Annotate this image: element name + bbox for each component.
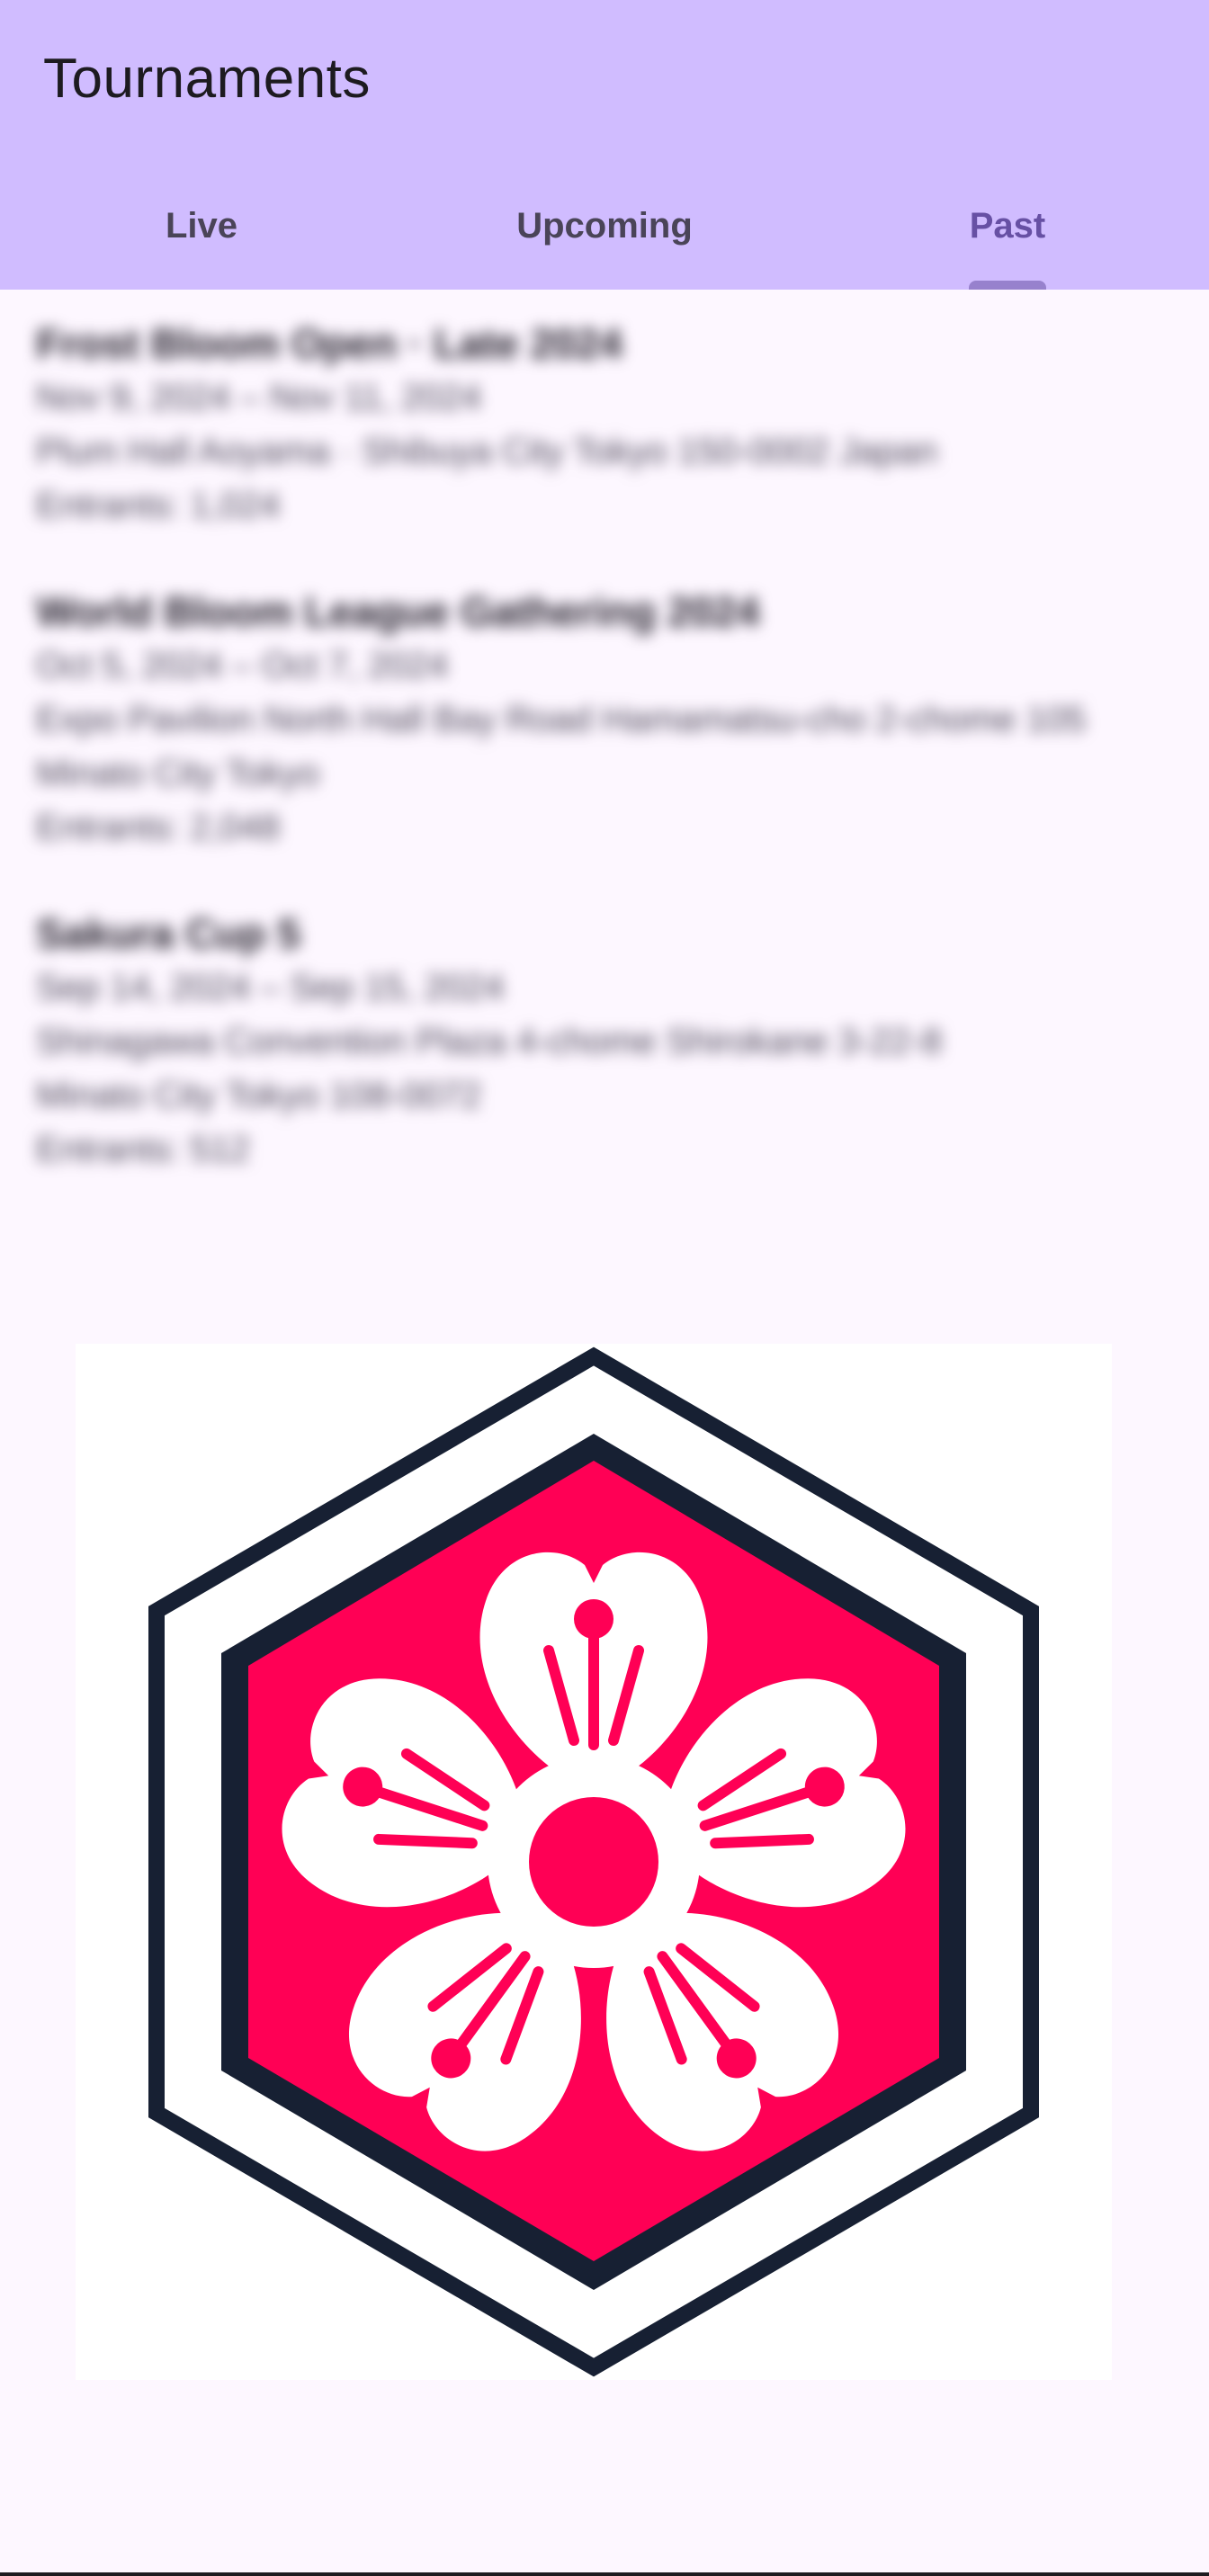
tab-past-label: Past bbox=[969, 205, 1046, 246]
tab-past[interactable]: Past bbox=[806, 171, 1209, 290]
tournament-name: Frost Bloom Open · Late 2024 bbox=[36, 320, 622, 367]
tournament-description: Expo Pavilion North Hall Bay Road Hamama… bbox=[36, 700, 1087, 739]
tab-live-label: Live bbox=[165, 205, 238, 246]
tournament-entrants: Entrants: 2,048 bbox=[36, 808, 281, 847]
tournament-entrants: Entrants: 1,024 bbox=[36, 486, 281, 525]
tab-indicator bbox=[969, 281, 1046, 290]
tournament-name: World Bloom League Gathering 2024 bbox=[36, 588, 760, 635]
list-item[interactable]: Sakura Cup 5 Sep 14, 2024 – Sep 15, 2024… bbox=[36, 907, 942, 1176]
tournament-dates: Nov 9, 2024 – Nov 11, 2024 bbox=[36, 378, 482, 417]
tournament-description-2: Minato City Tokyo bbox=[36, 754, 319, 793]
list-item[interactable]: Frost Bloom Open · Late 2024 Nov 9, 2024… bbox=[36, 317, 937, 532]
tournament-dates: Sep 14, 2024 – Sep 15, 2024 bbox=[36, 968, 505, 1007]
flower-center bbox=[529, 1797, 658, 1927]
bottom-divider bbox=[0, 2572, 1209, 2576]
tournament-entrants: Entrants: 512 bbox=[36, 1130, 250, 1169]
tab-upcoming[interactable]: Upcoming bbox=[403, 171, 806, 290]
tab-bar: Live Upcoming Past bbox=[0, 171, 1209, 290]
tournament-description-2: Minato City Tokyo 108-0072 bbox=[36, 1076, 482, 1115]
list-item[interactable]: World Bloom League Gathering 2024 Oct 5,… bbox=[36, 585, 1086, 854]
page-title: Tournaments bbox=[43, 48, 371, 110]
tournament-description: Plum Hall Aoyama · Shibuya City Tokyo 15… bbox=[36, 432, 938, 471]
flower-stamen-dot bbox=[574, 1599, 613, 1639]
tournament-name: Sakura Cup 5 bbox=[36, 910, 300, 957]
sakura-logo-svg bbox=[148, 1346, 1039, 2377]
tournament-description: Shinagawa Convention Plaza 4-chome Shiro… bbox=[36, 1022, 943, 1061]
tab-live[interactable]: Live bbox=[0, 171, 403, 290]
tournament-list: Frost Bloom Open · Late 2024 Nov 9, 2024… bbox=[0, 290, 1209, 1315]
tab-upcoming-label: Upcoming bbox=[516, 205, 693, 246]
app-bar: Tournaments Live Upcoming Past bbox=[0, 0, 1209, 290]
tournament-dates: Oct 5, 2024 – Oct 7, 2024 bbox=[36, 646, 449, 685]
sakura-hexagon-logo bbox=[76, 1344, 1112, 2380]
